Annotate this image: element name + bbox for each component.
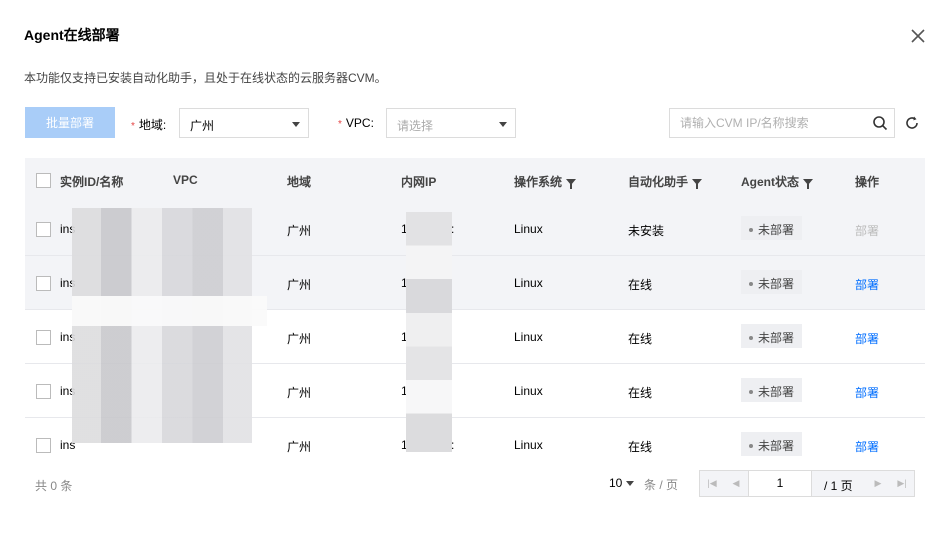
region-cell: 广州	[287, 386, 312, 400]
deploy-link[interactable]: 部署	[855, 438, 879, 455]
os-cell: Linux	[514, 276, 543, 290]
close-icon[interactable]	[908, 26, 928, 46]
column-header-assistant-label: 自动化助手	[628, 175, 689, 189]
region-label-text: 地域:	[138, 118, 167, 132]
assistant-cell: 在线	[628, 386, 653, 400]
column-header-agent-status[interactable]: Agent状态	[741, 173, 813, 190]
deploy-link[interactable]: 部署	[855, 330, 879, 347]
page-size-select[interactable]: 10	[609, 476, 635, 490]
column-header-os-label: 操作系统	[514, 175, 563, 189]
search-icon[interactable]	[872, 115, 888, 131]
page-size-unit: 条 / 页	[644, 478, 679, 492]
table-header: 实例ID/名称 VPC 地域 内网IP 操作系统 自动化助手 Agent状态 操…	[25, 158, 925, 202]
toolbar: 批量部署 * 地域: 广州 * VPC: 请选择	[25, 107, 925, 139]
search-input[interactable]	[680, 116, 860, 130]
status-badge: 未部署	[741, 216, 803, 240]
column-header-id: 实例ID/名称	[60, 175, 124, 189]
batch-deploy-button[interactable]: 批量部署	[25, 107, 115, 138]
chevron-down-icon	[499, 122, 507, 127]
row-checkbox[interactable]	[36, 438, 51, 453]
column-header-region: 地域	[287, 175, 312, 189]
deploy-link[interactable]: 部署	[855, 276, 879, 293]
filter-icon[interactable]	[692, 179, 703, 189]
column-header-action: 操作	[855, 175, 880, 189]
filter-icon[interactable]	[803, 179, 813, 189]
column-header-agent-status-label: Agent状态	[741, 175, 799, 189]
first-page-icon[interactable]: |◀	[700, 471, 724, 496]
dialog-title: Agent在线部署	[24, 27, 120, 43]
filter-icon[interactable]	[566, 179, 577, 189]
status-badge: 未部署	[741, 432, 803, 456]
os-cell: Linux	[514, 438, 543, 452]
region-label: * 地域:	[131, 116, 166, 133]
column-header-vpc: VPC	[173, 173, 198, 187]
region-select-value: 广州	[190, 119, 215, 133]
prev-page-icon[interactable]: ◀	[724, 471, 748, 496]
vpc-label-text: VPC:	[345, 116, 374, 130]
row-checkbox[interactable]	[36, 276, 51, 291]
os-cell: Linux	[514, 222, 543, 236]
column-header-ip: 内网IP	[401, 175, 437, 189]
assistant-cell: 在线	[628, 278, 653, 292]
assistant-cell: 未安装	[628, 224, 665, 238]
select-all-checkbox[interactable]	[36, 173, 51, 188]
os-cell: Linux	[514, 330, 543, 344]
status-badge: 未部署	[741, 270, 803, 294]
page-number-input[interactable]: 1	[748, 471, 812, 496]
region-select[interactable]: 广州	[179, 108, 309, 138]
required-mark: *	[338, 119, 342, 130]
status-badge: 未部署	[741, 324, 803, 348]
page-size-value: 10	[609, 476, 623, 490]
chevron-down-icon	[626, 481, 635, 486]
redaction-mosaic	[72, 296, 267, 326]
total-pages: / 1 页	[824, 479, 853, 493]
row-checkbox[interactable]	[36, 330, 51, 345]
assistant-cell: 在线	[628, 332, 653, 346]
column-header-assistant[interactable]: 自动化助手	[628, 173, 703, 190]
region-cell: 广州	[287, 278, 312, 292]
deploy-link[interactable]: 部署	[855, 384, 879, 401]
vpc-select[interactable]: 请选择	[386, 108, 516, 138]
row-checkbox[interactable]	[36, 222, 51, 237]
row-checkbox[interactable]	[36, 384, 51, 399]
redaction-mosaic	[406, 212, 452, 452]
chevron-down-icon	[292, 122, 300, 127]
total-count: 共 0 条	[35, 479, 73, 493]
os-cell: Linux	[514, 384, 543, 398]
status-badge: 未部署	[741, 378, 803, 402]
dialog-description: 本功能仅支持已安装自动化助手，且处于在线状态的云服务器CVM。	[24, 71, 387, 85]
assistant-cell: 在线	[628, 440, 653, 454]
column-header-os[interactable]: 操作系统	[514, 173, 577, 190]
pagination: |◀ ◀ 1 / 1 页 ▶ ▶|	[699, 470, 915, 497]
region-cell: 广州	[287, 332, 312, 346]
region-cell: 广州	[287, 440, 312, 454]
deploy-link: 部署	[855, 224, 880, 238]
required-mark: *	[131, 121, 135, 132]
vpc-select-placeholder: 请选择	[397, 119, 434, 133]
next-page-icon[interactable]: ▶	[866, 471, 890, 496]
region-cell: 广州	[287, 224, 312, 238]
vpc-label: * VPC:	[338, 116, 374, 130]
last-page-icon[interactable]: ▶|	[890, 471, 914, 496]
search-box	[669, 108, 895, 138]
refresh-icon[interactable]	[904, 115, 920, 131]
